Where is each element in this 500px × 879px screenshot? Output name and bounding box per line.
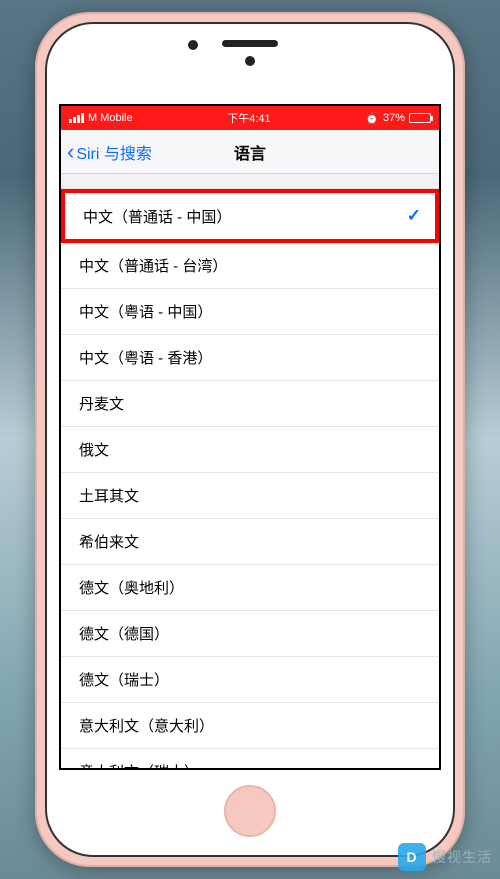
clock: 下午4:41 [227, 110, 270, 126]
back-button[interactable]: ‹ Siri 与搜索 [61, 140, 152, 164]
language-row[interactable]: 丹麦文 [61, 381, 439, 427]
front-camera [188, 40, 198, 50]
watermark-text: 慢视生活 [432, 847, 492, 867]
watermark-logo: D [398, 843, 426, 871]
screen: M Mobile 下午4:41 ⏰ 37% ‹ Siri 与搜索 语言 中文（普… [59, 104, 441, 770]
status-bar: M Mobile 下午4:41 ⏰ 37% [61, 106, 439, 130]
nav-bar: ‹ Siri 与搜索 语言 [61, 130, 439, 174]
language-row[interactable]: 意大利文（意大利） [61, 703, 439, 749]
language-row[interactable]: 希伯来文 [61, 519, 439, 565]
language-row[interactable]: 意大利文（瑞士） [61, 749, 439, 768]
language-label: 德文（德国） [79, 623, 169, 644]
back-label: Siri 与搜索 [76, 140, 152, 164]
language-label: 中文（普通话 - 中国） [83, 206, 231, 227]
language-row[interactable]: 中文（普通话 - 中国） ✓ [61, 189, 439, 243]
language-label: 中文（粤语 - 香港） [79, 347, 212, 368]
language-row[interactable]: 德文（瑞士） [61, 657, 439, 703]
language-label: 意大利文（意大利） [79, 715, 214, 736]
language-label: 德文（瑞士） [79, 669, 169, 690]
language-row[interactable]: 德文（德国） [61, 611, 439, 657]
proximity-sensor [245, 56, 255, 66]
language-label: 土耳其文 [79, 485, 139, 506]
battery-icon [409, 113, 431, 123]
language-label: 德文（奥地利） [79, 577, 184, 598]
language-row[interactable]: 德文（奥地利） [61, 565, 439, 611]
carrier-label: M Mobile [88, 112, 133, 124]
language-list[interactable]: 中文（普通话 - 中国） ✓ 中文（普通话 - 台湾） 中文（粤语 - 中国） 中文（粤… [61, 188, 439, 768]
home-button[interactable] [224, 785, 276, 837]
language-row[interactable]: 土耳其文 [61, 473, 439, 519]
language-label: 意大利文（瑞士） [79, 761, 199, 768]
alarm-icon: ⏰ [365, 112, 379, 125]
language-label: 丹麦文 [79, 393, 124, 414]
language-label: 希伯来文 [79, 531, 139, 552]
language-row[interactable]: 中文（普通话 - 台湾） [61, 243, 439, 289]
battery-pct: 37% [383, 112, 405, 124]
language-row[interactable]: 中文（粤语 - 中国） [61, 289, 439, 335]
checkmark-icon: ✓ [407, 206, 421, 226]
language-label: 俄文 [79, 439, 109, 460]
watermark: D 慢视生活 [398, 843, 492, 871]
earpiece [222, 40, 278, 47]
language-label: 中文（粤语 - 中国） [79, 301, 212, 322]
language-label: 中文（普通话 - 台湾） [79, 255, 227, 276]
language-row[interactable]: 中文（粤语 - 香港） [61, 335, 439, 381]
chevron-left-icon: ‹ [67, 141, 74, 163]
phone-frame: M Mobile 下午4:41 ⏰ 37% ‹ Siri 与搜索 语言 中文（普… [35, 12, 465, 867]
language-row[interactable]: 俄文 [61, 427, 439, 473]
signal-icon [69, 113, 84, 123]
